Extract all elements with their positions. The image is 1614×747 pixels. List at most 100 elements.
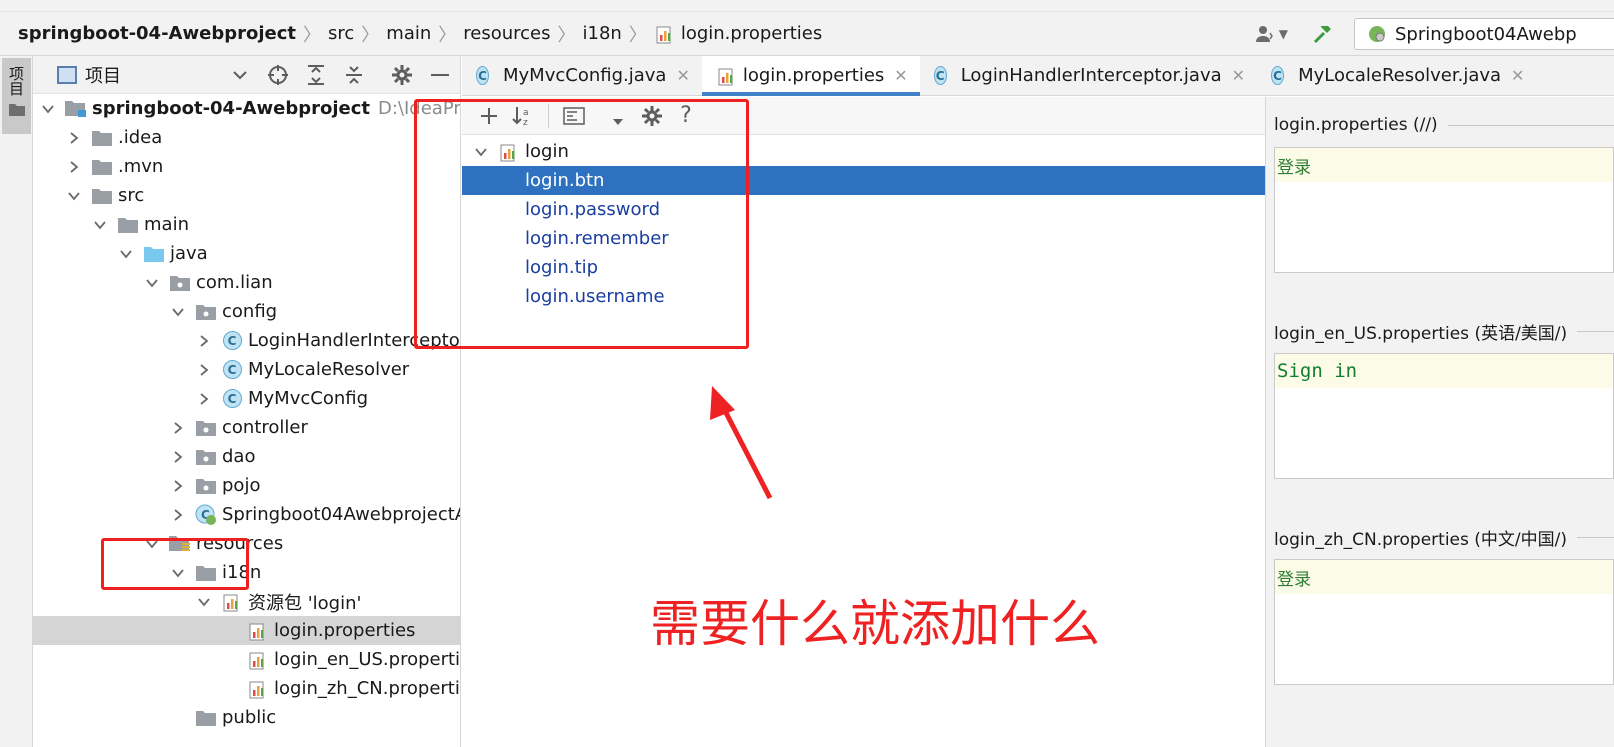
property-value-editor[interactable]: 登录 bbox=[1274, 147, 1614, 273]
breadcrumb-item[interactable]: src bbox=[328, 23, 354, 44]
project-tree-row[interactable]: 资源包 'login' bbox=[33, 587, 460, 616]
properties-file-icon bbox=[654, 25, 676, 43]
chevron-right-icon[interactable] bbox=[67, 160, 81, 174]
editor-tab[interactable]: login.properties ✕ bbox=[701, 56, 920, 96]
project-tree-row[interactable]: .mvn bbox=[33, 152, 460, 181]
chevron-right-icon[interactable] bbox=[197, 334, 211, 348]
project-tree-row[interactable]: java bbox=[33, 239, 460, 268]
project-tree-row[interactable]: login.properties bbox=[33, 616, 460, 645]
project-tree-row[interactable]: controller bbox=[33, 413, 460, 442]
project-tree-label: springboot-04-Awebproject bbox=[92, 98, 370, 119]
property-value-editor[interactable]: Sign in bbox=[1274, 353, 1614, 479]
navbar-actions: ▼ Springboot04Awebp bbox=[1255, 12, 1614, 56]
close-icon[interactable]: ✕ bbox=[1232, 66, 1245, 85]
properties-file-icon bbox=[247, 651, 269, 669]
project-tree-label: 资源包 'login' bbox=[248, 592, 362, 614]
property-value-text: 登录 bbox=[1275, 148, 1613, 182]
project-tree-row[interactable]: C MyMvcConfig bbox=[33, 384, 460, 413]
project-tree-label: login.properties bbox=[274, 620, 416, 641]
locale-value-group: login_zh_CN.properties (中文/中国/) 登录 bbox=[1274, 525, 1614, 685]
expand-all-icon[interactable] bbox=[304, 63, 328, 87]
project-tree-row[interactable]: dao bbox=[33, 442, 460, 471]
chevron-down-icon[interactable] bbox=[197, 595, 211, 609]
close-icon[interactable]: ✕ bbox=[894, 66, 907, 85]
gear-icon[interactable] bbox=[390, 63, 414, 87]
editor-tab-label: MyMvcConfig.java bbox=[503, 65, 667, 86]
chevron-right-icon[interactable] bbox=[171, 479, 185, 493]
breadcrumb: springboot-04-Awebproject 〉 src 〉 main 〉 resou… bbox=[18, 21, 822, 47]
chevron-right-icon[interactable] bbox=[197, 392, 211, 406]
properties-file-icon bbox=[247, 622, 269, 640]
class-icon: C bbox=[476, 66, 498, 85]
chevron-down-icon: ▼ bbox=[1278, 27, 1288, 41]
project-tree-label: controller bbox=[222, 417, 308, 438]
chevron-right-icon[interactable] bbox=[197, 363, 211, 377]
title-rule bbox=[1577, 330, 1614, 332]
editor-tab-bar: C MyMvcConfig.java ✕ login.properties ✕ C Logi… bbox=[462, 56, 1614, 96]
source-folder-icon bbox=[143, 245, 165, 263]
project-tree-row[interactable]: login_en_US.properties bbox=[33, 645, 460, 674]
class-icon: C bbox=[221, 389, 243, 408]
project-tree-label: com.lian bbox=[196, 272, 273, 293]
editor-tab[interactable]: C LoginHandlerInterceptor.java ✕ bbox=[920, 56, 1257, 95]
package-icon bbox=[195, 419, 217, 437]
project-tree-row[interactable]: .idea bbox=[33, 123, 460, 152]
folder-icon bbox=[91, 158, 113, 176]
project-tree-row[interactable]: springboot-04-AwebprojectD:\IdeaProjec bbox=[33, 94, 460, 123]
project-tree-label: .idea bbox=[118, 127, 163, 148]
run-configuration-selector[interactable]: Springboot04Awebp bbox=[1354, 18, 1614, 50]
chevron-down-icon[interactable] bbox=[145, 276, 159, 290]
property-values-panel: login.properties (//) 登录 login_en_US.prope… bbox=[1266, 97, 1614, 747]
project-tree-row[interactable]: login_zh_CN.properties bbox=[33, 674, 460, 703]
project-tree-row[interactable]: C Springboot04AwebprojectA bbox=[33, 500, 460, 529]
editor-tab[interactable]: C MyMvcConfig.java ✕ bbox=[462, 56, 702, 95]
breadcrumb-item-label: i18n bbox=[582, 23, 622, 44]
project-tree-row[interactable]: src bbox=[33, 181, 460, 210]
folder-icon bbox=[8, 104, 25, 116]
chevron-down-icon[interactable] bbox=[41, 102, 55, 116]
class-icon: C bbox=[221, 360, 243, 379]
project-tree-row[interactable]: C MyLocaleResolver bbox=[33, 355, 460, 384]
hammer-icon[interactable] bbox=[1310, 21, 1336, 47]
project-tool-window-button[interactable]: 项目 bbox=[2, 58, 31, 134]
chevron-right-icon[interactable] bbox=[67, 131, 81, 145]
breadcrumb-item[interactable]: login.properties bbox=[654, 23, 822, 44]
project-tree-row[interactable]: pojo bbox=[33, 471, 460, 500]
chevron-right-icon[interactable] bbox=[171, 421, 185, 435]
chevron-down-icon[interactable] bbox=[119, 247, 133, 261]
project-tree-label: Springboot04AwebprojectA bbox=[222, 504, 461, 525]
breadcrumb-item[interactable]: springboot-04-Awebproject bbox=[18, 23, 296, 44]
editor-tab-label: LoginHandlerInterceptor.java bbox=[960, 65, 1222, 86]
breadcrumb-item[interactable]: resources bbox=[463, 23, 550, 44]
project-tree-label: public bbox=[222, 707, 277, 728]
vcs-user-button[interactable]: ▼ bbox=[1255, 24, 1288, 44]
project-tree-row[interactable]: com.lian bbox=[33, 268, 460, 297]
chevron-right-icon[interactable] bbox=[171, 450, 185, 464]
chevron-down-icon[interactable] bbox=[93, 218, 107, 232]
project-panel-title: 项目 bbox=[85, 65, 121, 87]
minimize-icon[interactable] bbox=[428, 63, 452, 87]
collapse-all-icon[interactable] bbox=[342, 63, 366, 87]
breadcrumb-separator: 〉 bbox=[628, 24, 647, 46]
view-options-chevron-icon[interactable] bbox=[228, 63, 252, 87]
project-tree-label: pojo bbox=[222, 475, 261, 496]
breadcrumb-item[interactable]: main bbox=[386, 23, 431, 44]
locate-file-icon[interactable] bbox=[266, 63, 290, 87]
chevron-down-icon[interactable] bbox=[67, 189, 81, 203]
chevron-right-icon[interactable] bbox=[171, 508, 185, 522]
chevron-down-icon[interactable] bbox=[171, 305, 185, 319]
project-tree-row[interactable]: C LoginHandlerInterceptor bbox=[33, 326, 460, 355]
breadcrumb-separator: 〉 bbox=[303, 24, 321, 46]
project-tree-row[interactable]: main bbox=[33, 210, 460, 239]
breadcrumb-item[interactable]: i18n bbox=[583, 23, 622, 44]
editor-tab[interactable]: C MyLocaleResolver.java ✕ bbox=[1257, 56, 1536, 95]
package-icon bbox=[169, 274, 191, 292]
close-icon[interactable]: ✕ bbox=[676, 66, 689, 85]
close-icon[interactable]: ✕ bbox=[1511, 66, 1524, 85]
property-value-editor[interactable]: 登录 bbox=[1274, 559, 1614, 685]
project-tree-row[interactable]: config bbox=[33, 297, 460, 326]
left-tool-strip: 项目 bbox=[0, 56, 33, 747]
project-tree-label: MyLocaleResolver bbox=[248, 359, 410, 380]
class-icon: C bbox=[1271, 66, 1293, 85]
project-tree-row[interactable]: public bbox=[33, 703, 460, 732]
